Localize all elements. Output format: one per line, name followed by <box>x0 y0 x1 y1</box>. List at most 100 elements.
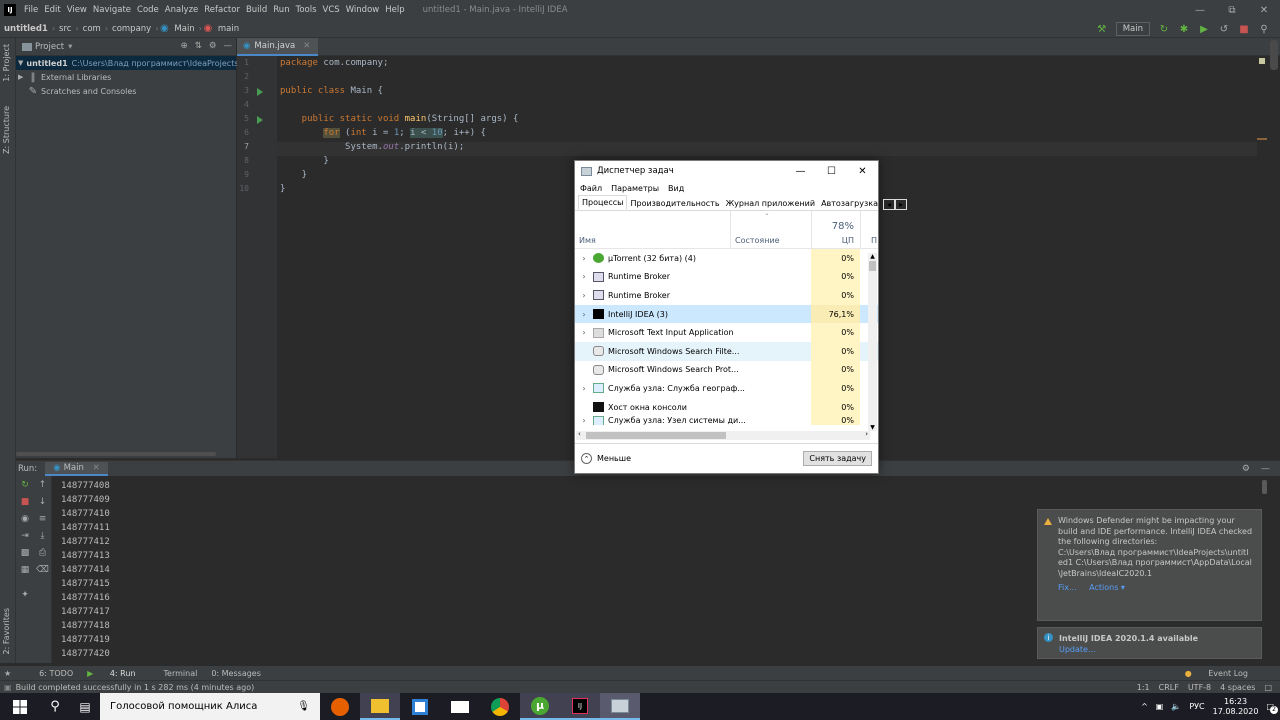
stop-icon[interactable]: ■ <box>16 493 34 510</box>
run-gutter-icon[interactable] <box>257 88 263 96</box>
breadcrumb-company[interactable]: company <box>108 24 155 34</box>
breadcrumb-src[interactable]: src <box>55 24 75 34</box>
run-gutter-icon[interactable] <box>257 116 263 124</box>
indent-setting[interactable]: 4 spaces <box>1220 683 1255 692</box>
tree-item-external-libraries[interactable]: ▶ ‖ External Libraries <box>16 70 236 84</box>
close-button[interactable]: ✕ <box>847 161 878 181</box>
process-row[interactable]: › Служба узла: Узел системы ди... 0% <box>575 416 878 426</box>
tab-favorites[interactable]: 2: Favorites <box>2 608 11 654</box>
column-cpu-percent[interactable]: 78% <box>832 221 854 232</box>
error-stripe-mark[interactable] <box>1257 138 1267 140</box>
menu-build[interactable]: Build <box>246 5 267 15</box>
rerun-icon[interactable]: ↻ <box>16 476 34 493</box>
column-name[interactable]: Имя <box>579 236 596 245</box>
tab-app-history[interactable]: Журнал приложений <box>723 197 819 210</box>
sort-chevron-icon[interactable]: ˇ <box>765 213 769 222</box>
taskbar-search-box[interactable]: Голосовой помощник Алиса 🎙 <box>100 693 320 720</box>
update-link[interactable]: Update... <box>1059 644 1198 655</box>
tab-processes[interactable]: Процессы <box>578 195 628 210</box>
process-row[interactable]: › µTorrent (32 бита) (4) 0% <box>575 249 878 268</box>
network-icon[interactable]: ▣ <box>1156 702 1164 711</box>
close-tab-icon[interactable]: ✕ <box>303 41 310 51</box>
trash-icon[interactable]: ⌫ <box>34 561 51 578</box>
tab-structure[interactable]: Z: Structure <box>2 106 11 154</box>
status-message[interactable]: Build completed successfully in 1 s 282 … <box>16 683 255 692</box>
layout-icon[interactable]: ▦ <box>16 561 34 578</box>
menu-view[interactable]: Вид <box>668 184 684 193</box>
expand-arrow-icon[interactable]: ▼ <box>18 59 23 67</box>
gear-icon[interactable]: ⚙ <box>209 41 217 51</box>
menu-analyze[interactable]: Analyze <box>165 5 199 15</box>
end-task-button[interactable]: Снять задачу <box>803 451 872 466</box>
volume-icon[interactable]: 🔈 <box>1171 702 1181 711</box>
tree-item-scratches[interactable]: ✎ Scratches and Consoles <box>16 84 236 98</box>
menu-file[interactable]: Файл <box>580 184 602 193</box>
collapse-icon[interactable]: ⇅ <box>195 41 202 51</box>
profile-icon[interactable]: ↺ <box>1218 23 1230 35</box>
taskbar-firefox[interactable] <box>320 693 360 720</box>
menu-tools[interactable]: Tools <box>296 5 317 15</box>
scroll-up-icon[interactable]: ↑ <box>34 476 51 493</box>
taskbar-chrome[interactable] <box>480 693 520 720</box>
taskbar-explorer[interactable] <box>360 693 400 720</box>
start-button[interactable] <box>0 693 40 720</box>
minimize-button[interactable]: — <box>1184 0 1216 20</box>
exit-icon[interactable]: ⇥ <box>16 527 34 544</box>
file-encoding[interactable]: UTF-8 <box>1188 683 1211 692</box>
tree-item-untitled1[interactable]: ▼ untitled1 C:\Users\Влад программист\Id… <box>16 56 250 70</box>
restore-button[interactable]: ⧉ <box>1216 0 1248 20</box>
tab-todo[interactable]: 6: TODO <box>39 669 73 678</box>
taskbar-mail[interactable] <box>440 693 480 720</box>
tab-startup[interactable]: Автозагрузка <box>818 197 881 210</box>
menu-navigate[interactable]: Navigate <box>93 5 131 15</box>
scroll-to-end-icon[interactable]: ⤓ <box>34 527 51 544</box>
close-button[interactable]: ✕ <box>1248 0 1280 20</box>
scrollbar-thumb[interactable] <box>586 432 726 439</box>
locate-icon[interactable]: ⊕ <box>181 41 188 51</box>
editor-vertical-scrollbar[interactable] <box>1270 40 1278 70</box>
inspection-status-icon[interactable] <box>1259 58 1265 64</box>
breadcrumb-com[interactable]: com <box>79 24 105 34</box>
status-icon[interactable]: ▣ <box>4 683 12 692</box>
task-manager-titlebar[interactable]: Диспетчер задач — ☐ ✕ <box>575 161 878 181</box>
column-cpu[interactable]: ЦП <box>842 236 854 245</box>
run-config-select[interactable]: Main <box>1115 22 1150 36</box>
task-view-icon[interactable]: ▤ <box>70 693 100 720</box>
favorites-star-icon[interactable]: ★ <box>4 669 11 678</box>
menu-view[interactable]: View <box>67 5 87 15</box>
process-list-horizontal-scrollbar[interactable]: ‹ › <box>576 430 870 440</box>
maximize-button[interactable]: ☐ <box>816 161 847 181</box>
search-icon[interactable]: ⚲ <box>40 693 70 720</box>
lock-icon[interactable]: □ <box>1264 683 1272 692</box>
show-hidden-icons[interactable]: ^ <box>1141 702 1148 711</box>
caret-position[interactable]: 1:1 <box>1137 683 1150 692</box>
run-tab-main[interactable]: ◉ Main ✕ <box>45 461 108 476</box>
print-icon[interactable]: ⎙ <box>34 544 51 561</box>
action-center-icon[interactable]: □2 <box>1266 702 1278 714</box>
soft-wrap-icon[interactable]: ≡ <box>34 510 51 527</box>
line-separator[interactable]: CRLF <box>1159 683 1179 692</box>
breadcrumb-main-method[interactable]: main <box>214 24 243 34</box>
coverage-icon[interactable]: ▶ <box>1198 23 1210 35</box>
stop-icon[interactable]: ■ <box>1238 23 1250 35</box>
scroll-down-icon[interactable]: ↓ <box>34 493 51 510</box>
tab-project[interactable]: 1: Project <box>2 44 11 82</box>
debug-icon[interactable]: ✱ <box>1178 23 1190 35</box>
process-row-selected[interactable]: › IntelliJ IDEA (3) 76,1% <box>575 304 878 324</box>
taskbar-utorrent[interactable]: µ <box>520 693 560 720</box>
language-indicator[interactable]: РУС <box>1189 702 1204 711</box>
search-icon[interactable]: ⚲ <box>1258 23 1270 35</box>
restore-layout-icon[interactable]: ▩ <box>16 544 34 561</box>
process-row[interactable]: Microsoft Windows Search Filte... 0% <box>575 341 878 361</box>
hide-icon[interactable]: — <box>1261 464 1270 474</box>
chevron-down-icon[interactable]: ▾ <box>68 42 72 52</box>
process-row[interactable]: › Microsoft Text Input Application 0% <box>575 323 878 342</box>
camera-icon[interactable]: ◉ <box>16 510 34 527</box>
actions-link[interactable]: Actions ▾ <box>1089 583 1125 592</box>
menu-file[interactable]: File <box>24 5 38 15</box>
menu-options[interactable]: Параметры <box>611 184 659 193</box>
tab-scroll-right-icon[interactable]: ▸ <box>894 199 907 210</box>
process-row[interactable]: Microsoft Windows Search Prot... 0% <box>575 360 878 380</box>
process-row[interactable]: › Runtime Broker 0% <box>575 286 878 305</box>
breadcrumb-main-class[interactable]: Main <box>170 24 198 34</box>
